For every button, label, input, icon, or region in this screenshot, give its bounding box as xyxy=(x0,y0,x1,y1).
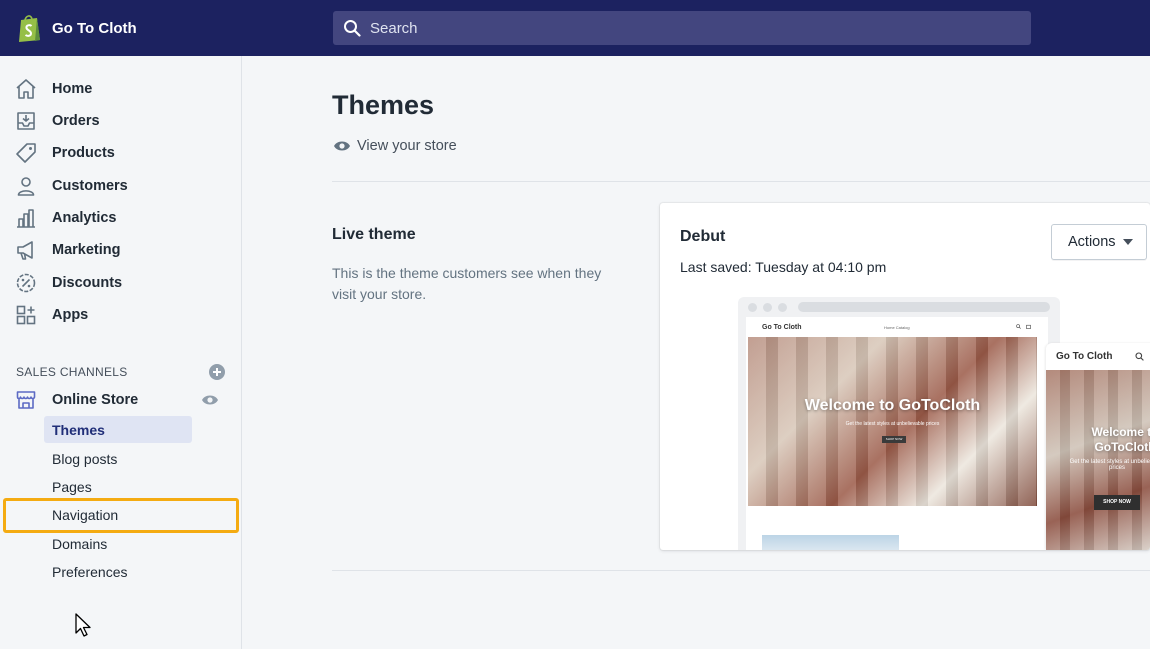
sidebar-item-products[interactable]: Products xyxy=(0,137,241,169)
sales-channels-header: SALES CHANNELS xyxy=(16,361,226,383)
desktop-screen: Go To Cloth Home Catalog Welcome to GoTo… xyxy=(746,317,1048,550)
search-icon xyxy=(344,20,361,37)
person-icon xyxy=(17,177,35,196)
browser-dot-icon xyxy=(748,303,757,312)
top-bar: Go To Cloth xyxy=(0,0,1150,56)
mouse-cursor-icon xyxy=(75,613,91,637)
actions-dropdown-button[interactable]: Actions xyxy=(1051,224,1147,260)
preview-product-thumbnail xyxy=(762,535,899,550)
browser-url-bar xyxy=(798,302,1050,312)
mobile-preview-logo: Go To Cloth xyxy=(1056,351,1113,362)
search-icon xyxy=(1016,324,1021,329)
shopify-bag-icon xyxy=(19,15,40,42)
sidebar-item-orders[interactable]: Orders xyxy=(0,105,241,137)
browser-dot-icon xyxy=(763,303,772,312)
search-icon xyxy=(1135,352,1144,361)
orders-icon xyxy=(17,112,35,130)
store-name: Go To Cloth xyxy=(52,19,137,37)
navigation-highlight-box xyxy=(3,498,239,533)
divider xyxy=(332,181,1150,182)
page-title: Themes xyxy=(332,90,435,120)
sidebar-item-apps[interactable]: Apps xyxy=(0,299,241,331)
store-icon xyxy=(16,391,36,409)
preview-logo: Go To Cloth xyxy=(762,323,802,331)
megaphone-icon xyxy=(17,241,33,260)
divider xyxy=(332,570,1150,571)
sidebar-item-discounts[interactable]: Discounts xyxy=(0,267,241,299)
mobile-hero-subtitle: Get the latest styles at unbelievable pr… xyxy=(1069,459,1150,471)
search-input[interactable] xyxy=(370,19,1010,37)
mobile-preview-hero: Welcome to GoToCloth Get the latest styl… xyxy=(1046,370,1150,550)
view-store-link[interactable]: View your store xyxy=(333,138,457,154)
main-content: Themes View your store Live theme This i… xyxy=(242,56,1150,649)
brand[interactable]: Go To Cloth xyxy=(0,13,333,43)
preview-nav: Home Catalog xyxy=(884,324,910,330)
mobile-shop-now-button: SHOP NOW xyxy=(1094,495,1140,510)
sidebar-item-customers[interactable]: Customers xyxy=(0,170,241,202)
sidebar-subitem-preferences[interactable]: Preferences xyxy=(44,558,192,585)
preview-shop-now-button: SHOP NOW xyxy=(882,436,906,443)
preview-hero-image: Welcome to GoToCloth Get the latest styl… xyxy=(748,337,1037,506)
live-theme-card: Debut Last saved: Tuesday at 04:10 pm Ac… xyxy=(660,203,1150,550)
preview-header: Go To Cloth Home Catalog xyxy=(746,317,1048,337)
desktop-preview[interactable]: Go To Cloth Home Catalog Welcome to GoTo… xyxy=(738,297,1060,550)
live-theme-heading: Live theme xyxy=(332,226,416,243)
preview-hero-subtitle: Get the latest styles at unbelievable pr… xyxy=(845,421,940,427)
sidebar-subitem-blog-posts[interactable]: Blog posts xyxy=(44,445,192,472)
sidebar-subitem-pages[interactable]: Pages xyxy=(44,473,192,500)
apps-icon xyxy=(16,305,36,325)
actions-label: Actions xyxy=(1068,234,1116,250)
discount-icon xyxy=(16,273,36,293)
sidebar-item-analytics[interactable]: Analytics xyxy=(0,202,241,234)
live-theme-description: This is the theme customers see when the… xyxy=(332,265,602,302)
cart-icon xyxy=(1026,324,1031,329)
browser-dot-icon xyxy=(778,303,787,312)
caret-down-icon xyxy=(1123,239,1133,245)
bar-chart-icon xyxy=(17,209,35,228)
sales-channels-heading: SALES CHANNELS xyxy=(16,365,128,379)
theme-name: Debut xyxy=(680,228,726,245)
sidebar: Home Orders Products Customers Analytics… xyxy=(0,56,242,649)
home-icon xyxy=(16,79,36,99)
sidebar-item-home[interactable]: Home xyxy=(0,73,241,105)
preview-hero-title: Welcome to GoToCloth xyxy=(804,397,981,414)
sidebar-item-marketing[interactable]: Marketing xyxy=(0,234,241,266)
mobile-preview[interactable]: Go To Cloth Welcome to GoToCloth Get the… xyxy=(1046,343,1150,550)
eye-icon[interactable] xyxy=(201,393,219,407)
eye-icon xyxy=(334,141,350,151)
search-bar[interactable] xyxy=(333,11,1031,45)
tag-icon xyxy=(16,143,36,163)
view-store-label: View your store xyxy=(357,138,457,154)
sidebar-item-online-store[interactable]: Online Store xyxy=(0,384,241,416)
mobile-hero-title: Welcome to GoToCloth xyxy=(1091,425,1150,454)
sidebar-subitem-domains[interactable]: Domains xyxy=(44,530,192,557)
add-circle-icon[interactable] xyxy=(208,363,226,381)
sidebar-subitem-themes[interactable]: Themes xyxy=(44,416,192,443)
last-saved-text: Last saved: Tuesday at 04:10 pm xyxy=(680,259,887,275)
